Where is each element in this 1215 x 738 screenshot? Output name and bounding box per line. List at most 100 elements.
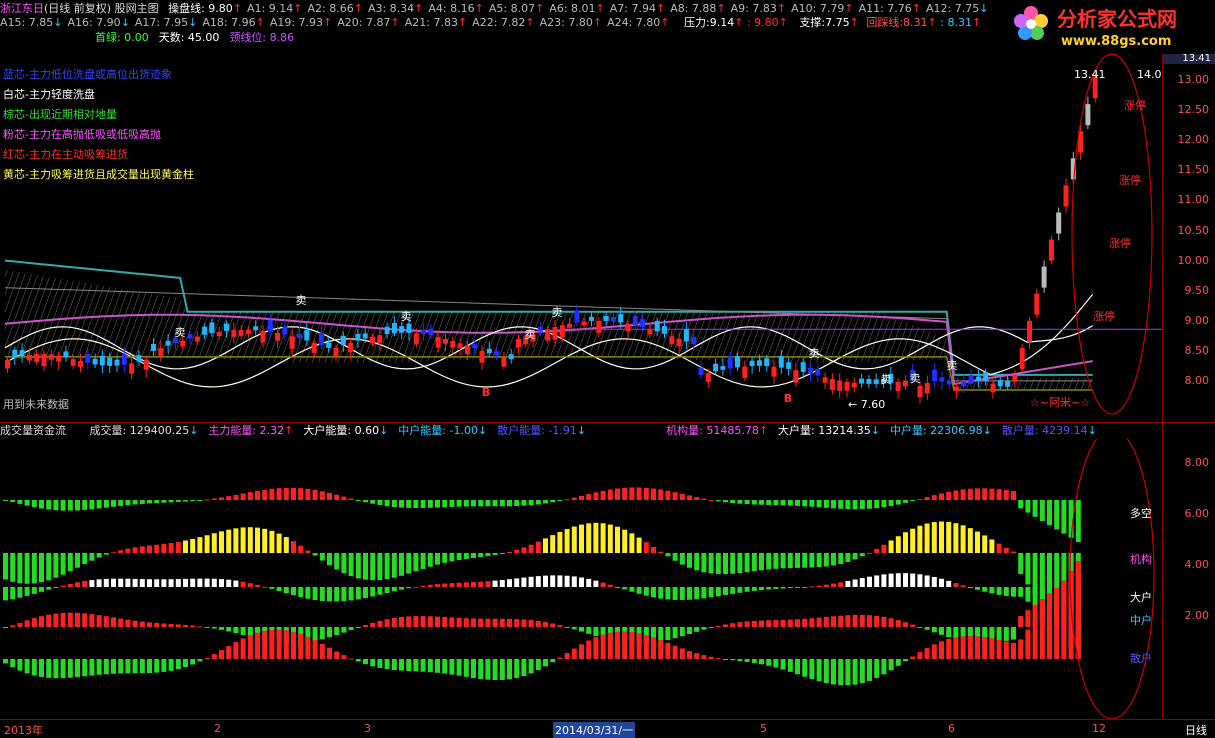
volume-bar xyxy=(24,553,30,584)
volume-bar xyxy=(204,627,210,628)
sell-signal-label: 卖 xyxy=(296,294,307,307)
volume-bar xyxy=(463,618,469,627)
volume-bar xyxy=(449,553,455,562)
volume-bar xyxy=(895,573,901,587)
volume-bar xyxy=(996,543,1002,553)
candle-body xyxy=(778,356,784,368)
volume-bar xyxy=(924,627,930,630)
volume-bar xyxy=(960,636,966,659)
up-arrow-icon: ↑ xyxy=(535,2,545,15)
candle-body xyxy=(413,333,419,345)
volume-bar xyxy=(550,535,556,553)
period-label[interactable]: 日线 xyxy=(1185,722,1207,738)
up-arrow-icon: ↑ xyxy=(592,16,603,29)
volume-value: 2.32 xyxy=(256,424,285,437)
volume-bar xyxy=(262,528,268,553)
volume-bar xyxy=(845,659,851,686)
volume-bar xyxy=(823,500,829,508)
sell-signal-label: 卖 xyxy=(947,359,958,372)
volume-bar xyxy=(795,587,800,588)
candle-body xyxy=(808,367,813,374)
volume-bar xyxy=(672,627,678,639)
volume-bar xyxy=(319,587,325,601)
candle-body xyxy=(618,314,624,323)
volume-bar xyxy=(89,580,95,587)
volume-bar xyxy=(39,659,44,677)
volume-bar xyxy=(111,578,116,587)
candle-body xyxy=(12,349,18,358)
volume-value: 13214.35 xyxy=(814,424,871,437)
volume-bar xyxy=(89,659,95,676)
volume-bar xyxy=(132,500,138,505)
volume-bar xyxy=(874,659,880,678)
volume-axis: 8.00 6.00 4.00 2.00 xyxy=(1162,423,1215,719)
volume-bar xyxy=(125,659,131,674)
volume-bar xyxy=(874,500,880,509)
candle-body xyxy=(107,357,113,366)
volume-bar xyxy=(975,488,980,500)
pressure-label: 压力: xyxy=(684,16,710,29)
volume-bar xyxy=(924,575,930,587)
volume-bar xyxy=(334,651,340,659)
volume-bar xyxy=(478,581,484,587)
header-value: 9.14 xyxy=(265,2,294,15)
volume-bar xyxy=(989,587,995,594)
volume-bar xyxy=(651,637,656,659)
volume-bar xyxy=(615,587,620,588)
volume-values: 成交量: 129400.25↓ 主力能量: 2.32↑ 大户能量: 0.60↓ 中户能… xyxy=(90,424,1107,437)
volume-bar xyxy=(355,659,361,662)
down-arrow-icon: ↓ xyxy=(1087,424,1097,437)
volume-bar xyxy=(514,659,520,679)
volume-bar xyxy=(46,553,52,581)
volume-bar xyxy=(672,492,678,500)
volume-bar xyxy=(442,553,448,563)
volume-bar xyxy=(298,545,304,553)
volume-bar xyxy=(967,488,973,500)
volume-bar xyxy=(773,587,779,589)
volume-bar xyxy=(881,616,887,627)
volume-bar xyxy=(190,538,196,553)
volume-bar xyxy=(679,648,685,659)
candle-body xyxy=(662,326,667,334)
volume-bar xyxy=(708,553,714,574)
volume-bar xyxy=(499,500,505,507)
volume-bar xyxy=(946,627,952,638)
volume-bar xyxy=(802,587,808,588)
volume-bar xyxy=(744,553,750,573)
volume-bar xyxy=(291,631,296,659)
volume-bar xyxy=(1061,500,1067,534)
volume-chart[interactable] xyxy=(0,439,1163,719)
price-chart[interactable]: 涨停涨停涨停涨停卖卖卖卖卖卖卖卖卖BB13.4114.062← 7.60☆~阿米… xyxy=(0,44,1163,422)
volume-bar xyxy=(283,630,289,659)
volume-bar xyxy=(831,616,836,627)
volume-bar xyxy=(888,573,894,587)
volume-bar xyxy=(442,659,448,674)
volume-bar xyxy=(665,587,671,600)
support-label: 支撑: xyxy=(799,16,826,29)
volume-bar xyxy=(723,587,728,596)
volume-bar xyxy=(802,500,808,507)
stock-name[interactable]: 浙江东日 xyxy=(0,2,44,15)
volume-bar xyxy=(10,500,16,502)
indicator-header-row3: 首绿: 0.00 天数: 45.00 颈线位: 8.86 xyxy=(95,31,304,45)
date-tick: 2013年 xyxy=(4,724,43,737)
candle-body xyxy=(851,382,857,388)
candle-body xyxy=(1048,239,1054,261)
volume-bar xyxy=(89,500,95,510)
volume-bar xyxy=(1054,590,1060,659)
header-label: A8: xyxy=(670,2,689,15)
header-value: 7.83 xyxy=(748,2,777,15)
volume-bar xyxy=(679,493,685,500)
volume-bar xyxy=(1018,615,1024,627)
volume-bar xyxy=(535,620,541,627)
volume-bar xyxy=(31,587,37,594)
volume-bar xyxy=(118,550,124,553)
header-label: A21: xyxy=(404,16,430,29)
candle-body xyxy=(581,321,587,326)
volume-bar xyxy=(780,659,786,670)
volume-bar xyxy=(622,529,628,553)
volume-bar xyxy=(283,537,289,553)
volume-bar xyxy=(456,617,462,627)
volume-row-label: 散户 xyxy=(1130,652,1152,665)
volume-bar xyxy=(874,615,880,627)
